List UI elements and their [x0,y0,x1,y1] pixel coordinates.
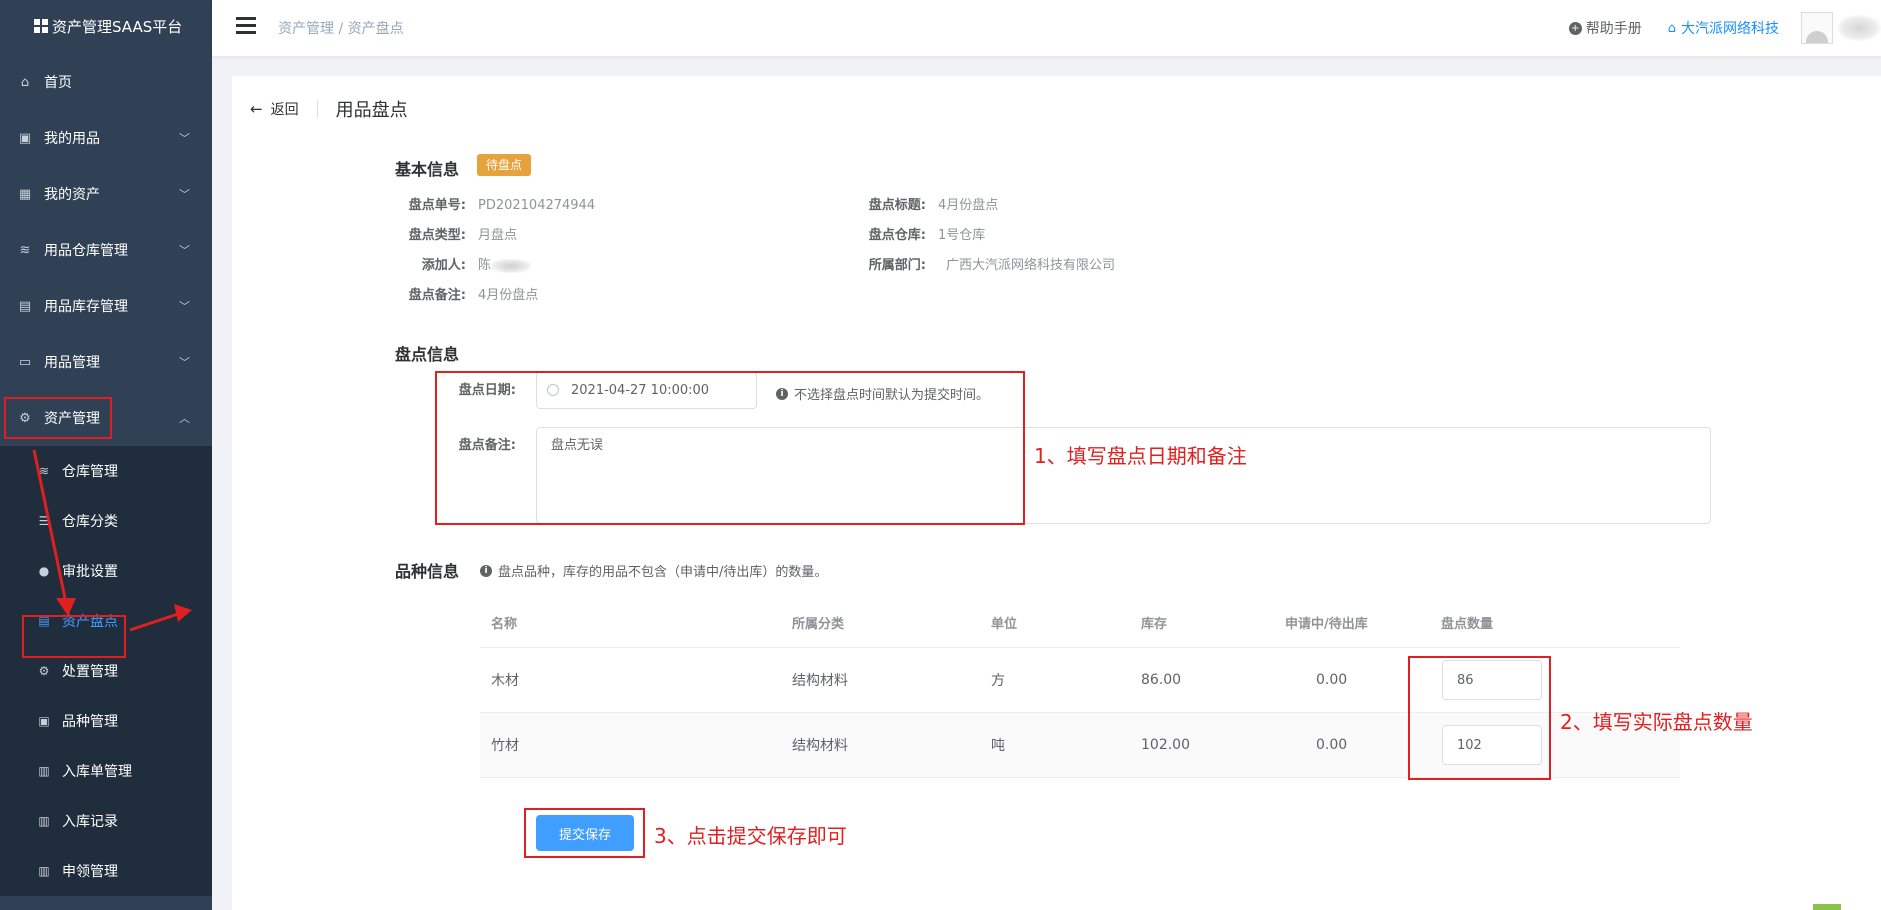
annotation-arrows [32,449,192,632]
arrow-right-line [129,612,179,632]
arrow-right-head [174,604,192,622]
arrow-down-head [56,598,76,616]
corner-widget[interactable] [1813,904,1841,910]
arrow-down-line [32,449,68,604]
